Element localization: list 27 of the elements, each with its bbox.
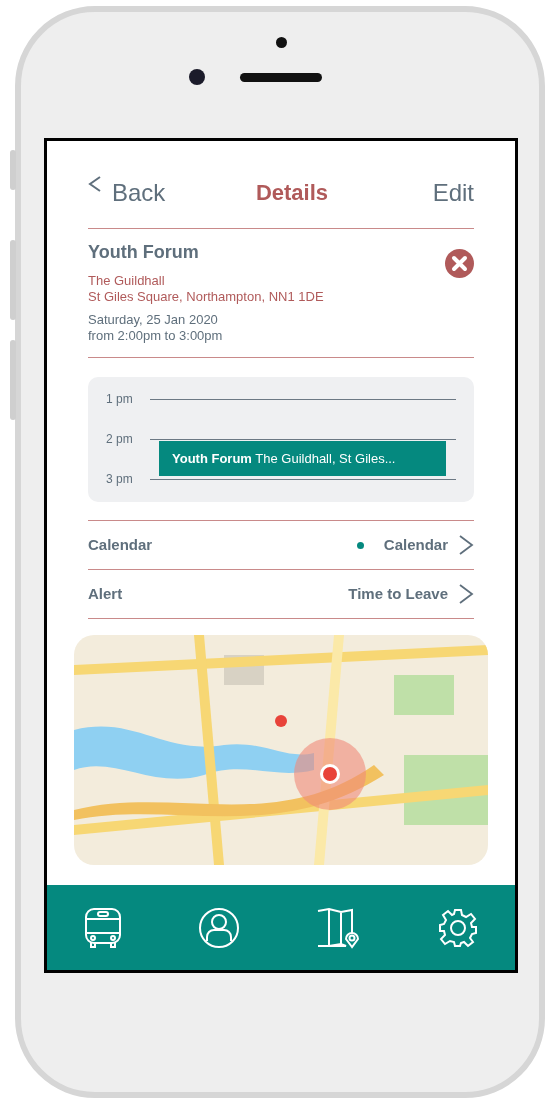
row-label: Calendar	[383, 534, 448, 555]
settings-row[interactable]: Calendar Calendar	[88, 520, 474, 569]
map-icon[interactable]	[316, 906, 362, 949]
delete-button[interactable]	[445, 249, 474, 278]
chevron-right-icon	[458, 583, 474, 605]
venue-address: St Giles Square, Northampton, NN1 1DE	[88, 289, 325, 305]
edit-button[interactable]: Edit	[432, 174, 474, 211]
back-button[interactable]: Back	[88, 174, 166, 211]
row-label: Time to Leave	[348, 583, 448, 604]
row-label: Calendar	[88, 534, 153, 555]
hour-label: 1 pm	[106, 391, 134, 408]
bus-icon[interactable]	[84, 906, 122, 949]
chevron-left-icon	[88, 174, 102, 195]
hour-label: 3 pm	[106, 471, 134, 488]
row-label: Alert	[88, 583, 123, 604]
event-date: Saturday, 25 Jan 2020	[88, 312, 219, 328]
hour-label: 2 pm	[106, 431, 134, 448]
settings-icon[interactable]	[438, 907, 478, 948]
venue-name: The Guildhall	[88, 273, 166, 289]
event-block: Youth Forum The Guildhall, St Giles...	[159, 441, 446, 476]
profile-icon[interactable]	[198, 906, 240, 949]
front-sensor	[276, 37, 287, 48]
settings-row[interactable]: Alert Time to Leave	[88, 569, 474, 618]
chevron-right-icon	[458, 534, 474, 556]
event-title: Youth Forum	[88, 241, 200, 263]
screen-title: Details	[255, 179, 329, 207]
event-time: from 2:00pm to 3:00pm	[88, 328, 224, 344]
